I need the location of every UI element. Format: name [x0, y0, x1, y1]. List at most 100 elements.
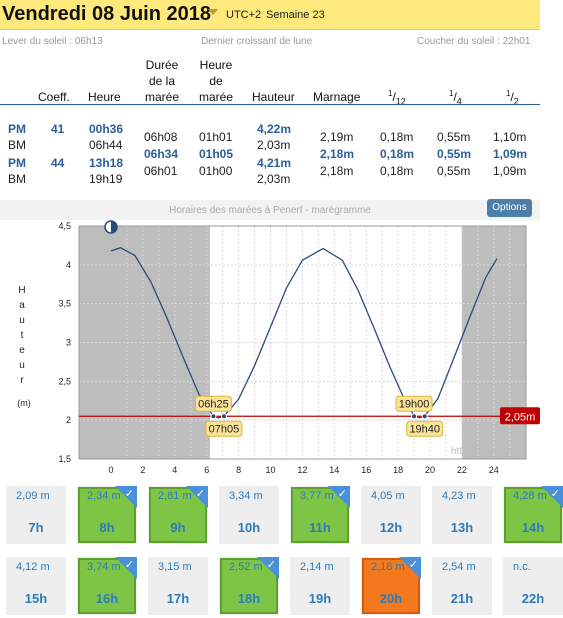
tile-height: 3,74 m — [87, 561, 121, 573]
half-value: 1,09m — [493, 164, 527, 178]
twelfth-value: 0,18m — [380, 147, 415, 161]
hour-tile[interactable]: 3,34 m 10h — [219, 486, 279, 544]
tide-hour-length: 01h01 — [199, 130, 233, 144]
time-annotation: 06h25 — [198, 398, 229, 410]
hour-tile[interactable]: ✓ 2,18 m 20h — [361, 557, 421, 615]
hour-tile[interactable]: 3,15 m 17h — [148, 557, 208, 615]
hour-tile[interactable]: 2,09 m 7h — [6, 486, 66, 544]
chevron-down-icon[interactable] — [208, 9, 218, 15]
sunset-text: Coucher du soleil : 22h01 — [417, 36, 531, 47]
tile-height: 3,15 m — [158, 561, 192, 573]
y-tick-label: 3,5 — [58, 299, 71, 309]
tide-range: 2,18m — [320, 164, 354, 178]
half-value: 1,09m — [493, 147, 528, 161]
twelfth-value: 0,18m — [380, 130, 414, 144]
tile-height: 2,18 m — [371, 561, 405, 573]
hour-tile[interactable]: 2,54 m 21h — [432, 557, 492, 615]
chart-title: Horaires des marées à Penerf - marégramm… — [169, 205, 371, 216]
tile-hour: 9h — [170, 520, 186, 535]
header-douzieme: 1/12 — [388, 89, 406, 107]
annotation-marker — [210, 413, 217, 420]
hour-tile[interactable]: 4,23 m 13h — [432, 486, 492, 544]
tile-hour: 18h — [237, 591, 261, 606]
y-axis-label-letter: u — [19, 315, 25, 326]
timezone-label: UTC+2 — [226, 9, 262, 21]
tide-hour-length: 01h00 — [199, 164, 233, 178]
hour-tile[interactable]: 4,12 m 15h — [6, 557, 66, 615]
hour-tile[interactable]: ✓ 2,34 m 8h — [77, 486, 137, 544]
header-heure: Heure — [88, 90, 121, 104]
tide-height: 4,21m — [257, 156, 292, 170]
annotation-marker — [411, 413, 418, 420]
tide-hour-length: 01h05 — [199, 147, 234, 161]
hour-tile[interactable]: ✓ 2,52 m 18h — [219, 557, 279, 615]
annotation-marker — [220, 413, 227, 420]
y-tick-label: 1,5 — [58, 454, 71, 464]
tile-hour: 21h — [450, 591, 474, 606]
reference-label: 2,05m — [505, 411, 536, 423]
y-tick-label: 4 — [66, 260, 71, 270]
x-tick-label: 0 — [108, 465, 113, 475]
tile-height: 2,81 m — [158, 490, 192, 502]
header-duree: Durée de la marée — [144, 58, 179, 104]
x-tick-label: 2 — [140, 465, 145, 475]
hour-tile[interactable]: ✓ 2,81 m 9h — [148, 486, 208, 544]
checkmark-icon: ✓ — [266, 559, 276, 571]
tide-height: 2,03m — [257, 138, 291, 152]
options-button[interactable]: Options — [487, 199, 532, 217]
header-coeff: Coeff. — [38, 90, 70, 104]
tile-height: 2,54 m — [442, 561, 476, 573]
hour-tile[interactable]: ✓ 4,28 m 14h — [503, 486, 563, 544]
checkmark-icon: ✓ — [550, 488, 560, 500]
x-tick-label: 4 — [172, 465, 177, 475]
tile-hour: 14h — [521, 520, 545, 535]
tile-height: 4,05 m — [371, 490, 405, 502]
half-value: 1,10m — [493, 130, 527, 144]
tile-hour: 13h — [450, 520, 474, 535]
hour-tile[interactable]: n.c. 22h — [503, 557, 563, 615]
y-tick-label: 4,5 — [58, 221, 71, 231]
sunrise-text: Lever du soleil : 06h13 — [2, 36, 103, 47]
tile-hour: 22h — [521, 591, 545, 606]
y-axis-label-letter: e — [19, 345, 25, 356]
header-hauteur: Hauteur — [252, 90, 295, 104]
x-tick-label: 8 — [236, 465, 241, 475]
tide-duration: 06h01 — [144, 164, 178, 178]
y-axis-label-letter: t — [21, 330, 24, 341]
tile-height: n.c. — [513, 561, 531, 573]
hour-tile[interactable]: ✓ 3,77 m 11h — [290, 486, 350, 544]
tile-hour: 16h — [95, 591, 119, 606]
header-marnage: Marnage — [313, 90, 361, 104]
tile-height: 2,09 m — [16, 490, 50, 502]
tide-time: 06h44 — [89, 138, 123, 152]
quarter-value: 0,55m — [437, 130, 471, 144]
tide-height: 4,22m — [257, 122, 292, 136]
hour-tile[interactable]: 4,05 m 12h — [361, 486, 421, 544]
checkmark-icon: ✓ — [195, 488, 205, 500]
checkmark-icon: ✓ — [337, 488, 347, 500]
time-annotation: 19h00 — [399, 398, 430, 410]
tile-height: 4,12 m — [16, 561, 50, 573]
coefficient-value: 44 — [51, 156, 65, 170]
tile-hour: 11h — [309, 520, 331, 535]
table-divider — [0, 104, 540, 105]
hour-tile[interactable]: ✓ 3,74 m 16h — [77, 557, 137, 615]
tile-hour: 7h — [28, 520, 44, 535]
checkmark-icon: ✓ — [124, 488, 134, 500]
annotation-marker — [421, 413, 428, 420]
x-tick-label: 14 — [329, 465, 339, 475]
x-tick-label: 20 — [425, 465, 435, 475]
x-tick-label: 10 — [265, 465, 275, 475]
page-title[interactable]: Vendredi 08 Juin 2018 — [2, 3, 211, 26]
hour-tile[interactable]: 2,14 m 19h — [290, 557, 350, 615]
tile-hour: 8h — [99, 520, 115, 535]
tile-hour: 20h — [379, 591, 403, 606]
tile-height: 2,34 m — [87, 490, 121, 502]
tide-type-label: BM — [8, 172, 26, 186]
tile-height: 2,14 m — [300, 561, 334, 573]
tile-height: 3,77 m — [300, 490, 334, 502]
y-axis-label-letter: u — [19, 360, 25, 371]
header-heure-maree: Heure de marée — [198, 58, 233, 104]
tide-type-label: BM — [8, 138, 26, 152]
tile-hour: 10h — [237, 520, 261, 535]
